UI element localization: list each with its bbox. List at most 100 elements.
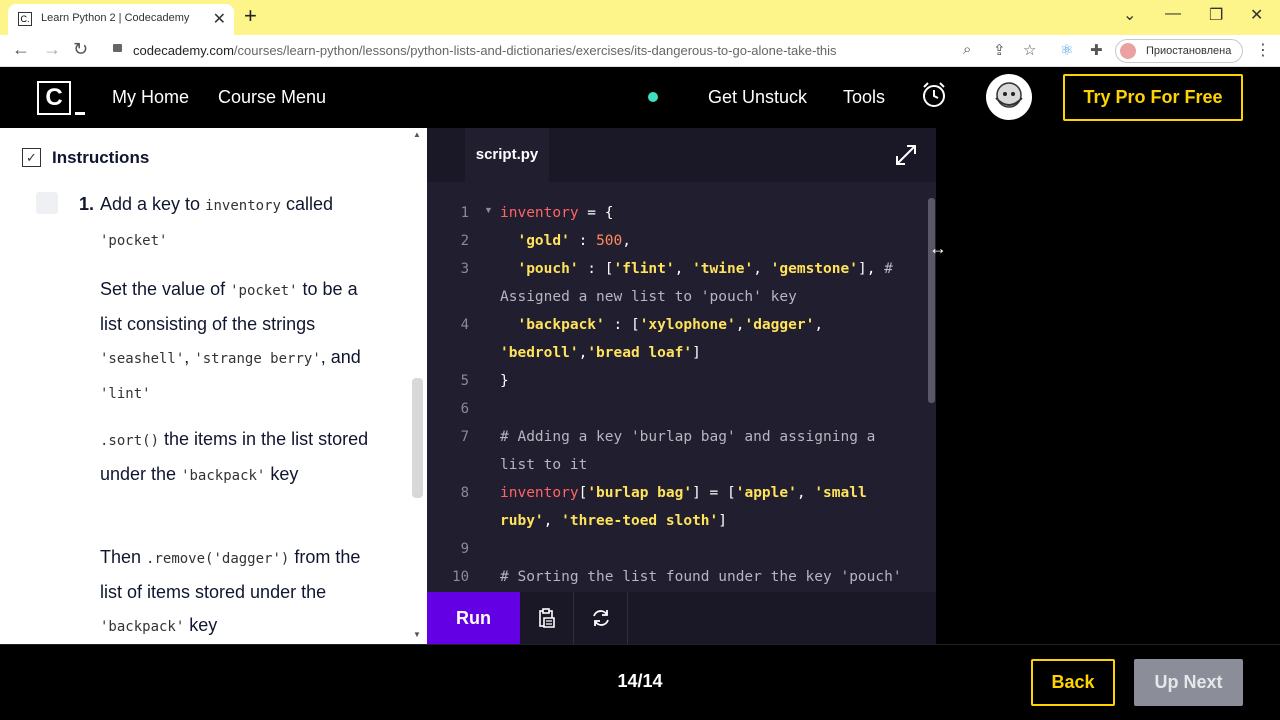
code-token: [ xyxy=(578,485,588,501)
lesson-footer: 14/14 Back Up Next xyxy=(0,644,1280,720)
code-text: # Adding a key 'burlap bag' and assignin… xyxy=(500,423,910,479)
tab-search-chevron-icon[interactable]: ⌄ xyxy=(1123,5,1136,25)
back-button[interactable]: Back xyxy=(1031,659,1115,706)
nav-course-menu[interactable]: Course Menu xyxy=(218,87,326,108)
user-avatar[interactable] xyxy=(986,74,1032,120)
extension-react-icon[interactable]: ⚛ xyxy=(1060,41,1073,59)
instruction-text: key xyxy=(184,615,218,635)
instruction-text: called xyxy=(280,194,333,214)
restore-icon[interactable]: ❐ xyxy=(1209,5,1223,25)
instruction-paragraph: Add a key to inventory called 'pocket' xyxy=(100,188,380,258)
get-unstuck-button[interactable]: Get Unstuck xyxy=(708,87,807,108)
inline-code: 'seashell' xyxy=(100,351,185,367)
task-number: 1. xyxy=(79,194,95,214)
code-token: , xyxy=(674,261,693,277)
instruction-text: , xyxy=(184,347,195,367)
try-pro-button[interactable]: Try Pro For Free xyxy=(1063,74,1243,121)
instructions-scrollbar[interactable] xyxy=(412,378,423,498)
code-token: , xyxy=(753,261,771,277)
zoom-icon[interactable]: ⌕ xyxy=(963,41,971,58)
instructions-pane: ✓ Instructions ▲ 1. Add a key to invento… xyxy=(0,128,427,644)
alarm-clock-icon[interactable] xyxy=(920,81,948,109)
code-token: 'pouch' xyxy=(517,261,579,277)
instruction-text: Add a key to xyxy=(100,194,206,214)
line-number: 5 xyxy=(460,373,469,389)
minimize-icon[interactable]: — xyxy=(1165,5,1181,23)
new-tab-icon[interactable]: + xyxy=(244,3,257,29)
code-token: 500 xyxy=(596,233,623,249)
file-tab-script[interactable]: script.py xyxy=(465,128,549,182)
scroll-down-icon[interactable]: ▼ xyxy=(413,630,421,639)
fold-arrow-icon[interactable]: ▼ xyxy=(484,205,493,215)
lock-icon xyxy=(113,44,122,52)
codecademy-logo[interactable]: C xyxy=(37,81,71,115)
bookmark-star-icon[interactable]: ☆ xyxy=(1023,41,1036,59)
profile-button[interactable]: Приостановлена xyxy=(1115,39,1243,63)
code-token: 'bedroll' xyxy=(500,345,579,361)
inline-code: inventory xyxy=(205,198,281,214)
close-tab-icon[interactable]: ✕ xyxy=(213,9,226,29)
instruction-text: key xyxy=(265,464,299,484)
nav-my-home[interactable]: My Home xyxy=(112,87,189,108)
share-icon[interactable]: ⇪ xyxy=(993,41,1006,59)
browser-menu-icon[interactable]: ⋮ xyxy=(1255,40,1271,60)
inline-code: 'strange berry' xyxy=(194,351,321,367)
extensions-puzzle-icon[interactable]: ✚ xyxy=(1090,41,1103,59)
output-pane[interactable] xyxy=(936,128,1280,644)
instruction-paragraph: .sort() the items in the list stored und… xyxy=(100,423,380,493)
tab-title: Learn Python 2 | Codecademy xyxy=(41,12,190,24)
expand-icon[interactable] xyxy=(893,142,919,168)
inline-code: 'lint' xyxy=(100,386,151,402)
reload-icon[interactable]: ↻ xyxy=(73,39,88,60)
resize-cursor-icon: ↔ xyxy=(929,238,947,258)
line-number: 9 xyxy=(460,541,469,557)
code-text: inventory['burlap bag'] = ['apple', 'sma… xyxy=(500,479,910,535)
code-area[interactable]: 1 ▼ inventory = {2 'gold' : 500, 3 'pouch' … xyxy=(427,199,927,594)
code-token: ] = [ xyxy=(692,485,736,501)
line-number: 1 xyxy=(460,205,469,221)
code-token: , xyxy=(578,345,588,361)
line-number: 10 xyxy=(452,569,469,585)
inline-code: 'backpack' xyxy=(181,468,266,484)
instruction-text: Then xyxy=(100,547,147,567)
code-text: } xyxy=(500,367,910,395)
inline-code: 'backpack' xyxy=(100,619,185,635)
browser-tab[interactable]: C. Learn Python 2 | Codecademy ✕ xyxy=(8,4,234,35)
instruction-text: Set the value of xyxy=(100,279,231,299)
tools-button[interactable]: Tools xyxy=(843,87,885,108)
scroll-up-icon[interactable]: ▲ xyxy=(413,130,421,139)
instruction-paragraph: Set the value of 'pocket' to be a list c… xyxy=(100,273,380,411)
code-token: # Sorting the list found under the key '… xyxy=(500,569,902,585)
up-next-button[interactable]: Up Next xyxy=(1134,659,1243,706)
url-field[interactable]: codecademy.com/courses/learn-python/less… xyxy=(133,43,837,58)
code-token: = { xyxy=(578,205,614,221)
code-token: 'gold' xyxy=(517,233,570,249)
forward-arrow-icon[interactable]: → xyxy=(43,39,61,60)
task-checkbox[interactable] xyxy=(36,192,58,214)
run-button[interactable]: Run xyxy=(427,592,520,644)
code-token: ], xyxy=(857,261,885,277)
code-editor: script.py 1 ▼ inventory = {2 'gold' : 500,… xyxy=(427,128,936,644)
line-number: 6 xyxy=(460,401,469,417)
code-token: ] xyxy=(718,513,727,529)
line-number: 4 xyxy=(460,317,469,333)
line-number: 3 xyxy=(460,261,469,277)
inline-code: 'pocket' xyxy=(100,233,168,249)
codecademy-favicon-icon: C. xyxy=(18,12,32,26)
code-token: 'backpack' xyxy=(517,317,605,333)
back-arrow-icon[interactable]: ← xyxy=(12,39,30,60)
window-close-icon[interactable]: ✕ xyxy=(1250,5,1263,25)
line-number: 2 xyxy=(460,233,469,249)
code-text: 'backpack' : ['xylophone','dagger', 'bed… xyxy=(500,311,910,367)
copy-button[interactable] xyxy=(520,592,574,644)
reset-button[interactable] xyxy=(574,592,628,644)
code-token: 'burlap bag' xyxy=(587,485,693,501)
code-text: 'pouch' : ['flint', 'twine', 'gemstone']… xyxy=(500,255,910,311)
code-token: 'dagger' xyxy=(744,317,815,333)
code-token: 'gemstone' xyxy=(770,261,858,277)
code-scrollbar[interactable] xyxy=(928,198,935,403)
code-token: 'bread loaf' xyxy=(587,345,693,361)
browser-tab-strip: C. Learn Python 2 | Codecademy ✕ + ⌄ — ❐… xyxy=(0,0,1280,35)
